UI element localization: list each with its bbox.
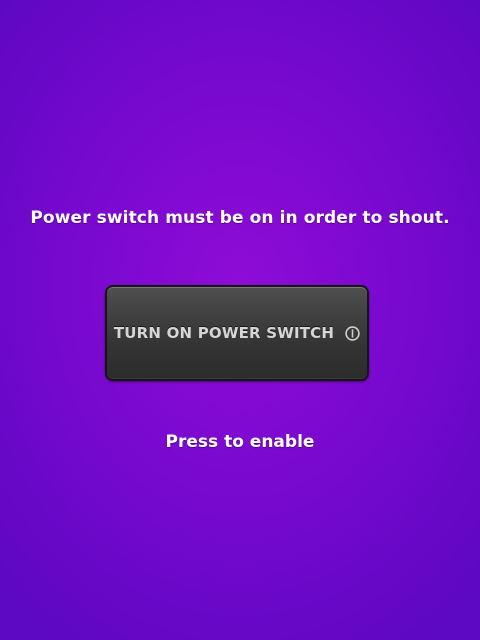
power-switch-message: Power switch must be on in order to shou…	[30, 208, 450, 228]
info-icon	[345, 326, 360, 341]
turn-on-power-switch-button[interactable]: TURN ON POWER SWITCH	[105, 285, 369, 381]
power-button-label: TURN ON POWER SWITCH	[113, 324, 335, 342]
press-to-enable-hint: Press to enable	[165, 432, 315, 452]
power-switch-screen: Power switch must be on in order to shou…	[0, 0, 480, 640]
